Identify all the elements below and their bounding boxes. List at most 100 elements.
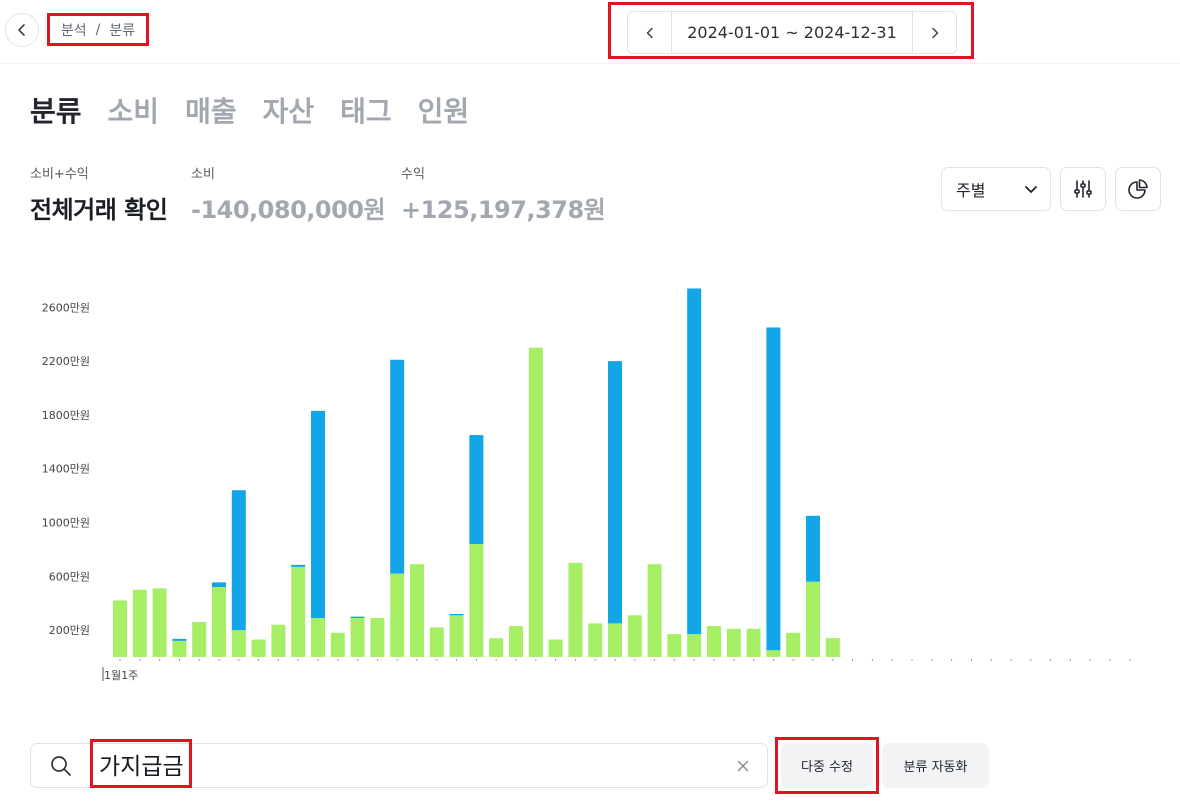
bar-segment-blue[interactable] [449, 613, 464, 616]
bar-segment-green[interactable] [627, 615, 642, 657]
bar-segment-green[interactable] [429, 627, 444, 657]
pie-chart-icon [1128, 179, 1148, 199]
bar-segment-green[interactable] [370, 617, 385, 657]
bar-segment-blue[interactable] [291, 564, 306, 567]
bar-segment-blue[interactable] [390, 359, 405, 574]
tab-tags[interactable]: 태그 [340, 90, 392, 130]
chevron-down-icon [1025, 186, 1037, 193]
breadcrumb-current: 분류 [109, 22, 136, 39]
bar-segment-green[interactable] [291, 566, 306, 657]
tab-expense[interactable]: 소비 [108, 90, 160, 130]
next-period-button[interactable] [912, 12, 956, 53]
prev-period-button[interactable] [628, 12, 672, 53]
bar-segment-green[interactable] [449, 615, 464, 657]
bar-segment-green[interactable] [231, 630, 246, 657]
tab-sales[interactable]: 매출 [185, 90, 237, 130]
sliders-icon [1074, 180, 1092, 198]
multi-edit-highlight: 다중 수정 [775, 737, 879, 794]
chevron-left-icon [646, 27, 653, 38]
bar-segment-green[interactable] [172, 640, 187, 657]
search-input[interactable]: 가지급금 [90, 739, 192, 788]
bar-segment-green[interactable] [825, 638, 840, 657]
bar-segment-green[interactable] [212, 587, 226, 657]
bar-segment-green[interactable] [746, 628, 761, 657]
bar-segment-blue[interactable] [687, 288, 702, 635]
bar-segment-green[interactable] [152, 588, 167, 657]
tab-category[interactable]: 분류 [30, 90, 82, 130]
bar-segment-green[interactable] [548, 639, 563, 657]
bar-segment-blue[interactable] [469, 435, 484, 545]
tab-assets[interactable]: 자산 [263, 90, 315, 130]
summary-total[interactable]: 소비+수익 전체거래 확인 [30, 163, 168, 225]
bar-segment-blue[interactable] [350, 616, 365, 618]
analysis-tabs: 분류 소비 매출 자산 태그 인원 [30, 90, 495, 130]
y-tick-label: 1800만원 [42, 409, 90, 422]
bar-segment-blue[interactable] [212, 582, 226, 588]
bar-segment-green[interactable] [726, 628, 741, 657]
multi-edit-button[interactable]: 다중 수정 [781, 743, 873, 788]
y-tick-label: 2600만원 [42, 301, 90, 314]
bar-segment-green[interactable] [608, 623, 622, 657]
breadcrumb-separator: / [95, 21, 101, 38]
bar-segment-green[interactable] [251, 639, 266, 657]
bar-segment-green[interactable] [509, 626, 523, 657]
bar-segment-blue[interactable] [172, 638, 187, 641]
tab-people[interactable]: 인원 [418, 90, 470, 130]
auto-classify-button[interactable]: 분류 자동화 [882, 743, 989, 788]
back-button[interactable] [5, 13, 39, 47]
summary-expense[interactable]: 소비 -140,080,000원 [191, 163, 386, 225]
period-select-value: 주별 [956, 181, 986, 200]
bar-segment-green[interactable] [330, 632, 345, 657]
bar-segment-green[interactable] [410, 564, 424, 657]
date-range-picker: 2024-01-01 ~ 2024-12-31 [627, 11, 957, 54]
y-tick-label: 600만원 [49, 570, 90, 583]
bar-segment-green[interactable] [806, 581, 820, 657]
bar-segment-green[interactable] [528, 347, 543, 657]
chevron-right-icon [931, 27, 938, 38]
bar-segment-blue[interactable] [806, 515, 820, 582]
bar-segment-green[interactable] [489, 638, 504, 657]
y-tick-label: 2200만원 [42, 355, 90, 368]
breadcrumb: 분석 / 분류 [47, 13, 149, 46]
chevron-left-icon [18, 24, 25, 36]
bar-segment-green[interactable] [687, 634, 702, 657]
bar-segment-blue[interactable] [311, 410, 325, 618]
bar-segment-green[interactable] [192, 622, 207, 657]
bar-segment-green[interactable] [132, 589, 147, 657]
bar-segment-green[interactable] [350, 617, 365, 657]
bar-segment-green[interactable] [113, 600, 127, 657]
bar-segment-green[interactable] [786, 632, 801, 657]
bar-segment-blue[interactable] [608, 361, 622, 624]
category-bar-chart: 200만원 600만원 1000만원 1400만원 1800만원 2200만원 2600만원… [42, 288, 1131, 682]
summary-total-caption: 소비+수익 [30, 167, 89, 182]
summary-total-value[interactable]: 전체거래 확인 [30, 190, 168, 225]
x-tick-label: 1월1주 [104, 669, 138, 682]
summary-income-value[interactable]: +125,197,378원 [401, 190, 606, 225]
date-range-highlight: 2024-01-01 ~ 2024-12-31 [608, 2, 974, 59]
summary-income-caption: 수익 [401, 167, 425, 182]
search-icon [51, 756, 71, 776]
y-tick-label: 1000만원 [42, 517, 90, 530]
summary-income[interactable]: 수익 +125,197,378원 [401, 163, 606, 225]
bar-segment-green[interactable] [707, 626, 721, 657]
close-icon[interactable] [734, 757, 752, 775]
date-range-text[interactable]: 2024-01-01 ~ 2024-12-31 [672, 23, 912, 42]
bar-segment-green[interactable] [390, 573, 405, 657]
period-select[interactable]: 주별 [941, 167, 1051, 211]
filter-settings-button[interactable] [1060, 167, 1106, 211]
bar-segment-green[interactable] [469, 544, 484, 657]
y-tick-label: 200만원 [49, 624, 90, 637]
bar-segment-green[interactable] [588, 623, 603, 657]
bar-segment-green[interactable] [271, 624, 286, 657]
bar-segment-green[interactable] [667, 634, 682, 657]
bar-segment-green[interactable] [766, 650, 781, 657]
bar-segment-green[interactable] [568, 562, 583, 657]
bar-segment-green[interactable] [647, 564, 662, 657]
bar-segment-blue[interactable] [231, 490, 246, 631]
summary-expense-value[interactable]: -140,080,000원 [191, 190, 386, 225]
bar-segment-green[interactable] [311, 617, 325, 657]
bar-segment-blue[interactable] [766, 327, 781, 651]
summary-expense-caption: 소비 [191, 167, 215, 182]
breadcrumb-parent[interactable]: 분석 [61, 20, 87, 40]
chart-type-button[interactable] [1115, 167, 1161, 211]
